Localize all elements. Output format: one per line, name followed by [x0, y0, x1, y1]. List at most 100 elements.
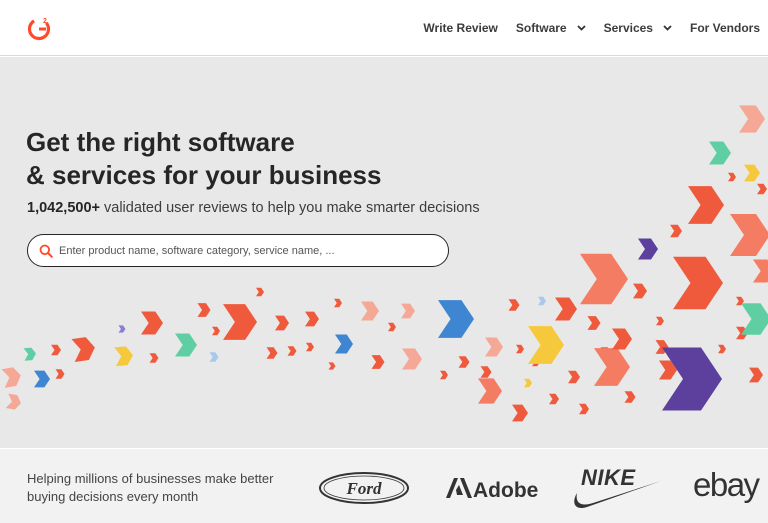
decorative-arrow — [440, 370, 448, 380]
decorative-arrow — [528, 326, 564, 364]
decorative-arrow — [656, 316, 664, 326]
decorative-arrow — [516, 344, 524, 354]
hero-subline: 1,042,500+ validated user reviews to hel… — [27, 200, 480, 216]
headline-line-1: Get the right software — [26, 127, 295, 157]
decorative-arrow — [730, 214, 768, 256]
decorative-arrow — [538, 296, 546, 306]
decorative-arrow — [662, 347, 722, 411]
nav-write-review[interactable]: Write Review — [423, 21, 497, 35]
chevron-down-icon — [663, 25, 672, 31]
nav-services-label: Services — [603, 21, 653, 35]
headline-line-2: & services for your business — [26, 160, 382, 190]
nav-write-review-label: Write Review — [423, 21, 498, 35]
decorative-arrow — [34, 370, 50, 388]
decorative-arrow — [480, 366, 492, 378]
decorative-arrow — [23, 347, 36, 361]
reviews-text: validated user reviews to help you make … — [99, 200, 480, 216]
nav-for-vendors-label: For Vendors — [689, 21, 760, 35]
adobe-logo: Adobe — [446, 478, 538, 501]
decorative-arrow — [728, 172, 736, 182]
decorative-arrow — [524, 378, 532, 388]
decorative-arrow — [361, 301, 379, 321]
decorative-arrow — [175, 333, 197, 357]
decorative-arrow — [328, 362, 336, 370]
svg-text:2: 2 — [43, 18, 47, 25]
ebay-logo-text: ebay — [693, 467, 761, 503]
decorative-arrow — [670, 224, 682, 238]
decorative-arrow — [568, 370, 580, 384]
nav-software-label: Software — [515, 21, 567, 35]
decorative-arrow — [485, 337, 503, 357]
decorative-arrow — [438, 300, 474, 338]
decorative-arrow — [287, 346, 297, 356]
decorative-arrow — [458, 356, 470, 368]
reviews-count: 1,042,500+ — [27, 200, 100, 216]
decorative-arrow — [402, 348, 422, 370]
nav-software[interactable]: Software — [516, 21, 586, 35]
decorative-arrow — [624, 391, 636, 403]
decorative-arrow — [594, 348, 630, 386]
adobe-logo-text: Adobe — [473, 479, 538, 501]
nike-logo-text: NIKE — [581, 465, 636, 490]
g2-logo[interactable]: 2 — [27, 16, 53, 42]
decorative-arrow — [5, 393, 21, 410]
decorative-arrow — [673, 256, 723, 310]
decorative-arrow — [587, 316, 601, 330]
decorative-arrow — [709, 141, 731, 165]
search-icon — [39, 244, 53, 258]
decorative-arrow — [223, 304, 257, 340]
decorative-arrow — [388, 322, 396, 332]
decorative-arrow — [149, 353, 159, 363]
decorative-arrow — [306, 342, 314, 352]
ford-logo-text: Ford — [346, 479, 382, 498]
search-bar[interactable] — [27, 234, 449, 267]
decorative-arrow — [118, 325, 126, 333]
decorative-arrow — [55, 369, 65, 379]
decorative-arrow — [555, 297, 577, 321]
ebay-logo: ebay — [693, 467, 762, 503]
nav-services[interactable]: Services — [604, 21, 672, 35]
decorative-arrow — [51, 344, 61, 356]
search-input[interactable] — [59, 244, 439, 257]
decorative-arrow — [114, 346, 133, 367]
brands-band: Helping millions of businesses make bett… — [0, 449, 768, 523]
decorative-arrow — [1, 367, 21, 388]
decorative-arrow — [335, 334, 353, 354]
decorative-arrow — [753, 259, 768, 283]
decorative-arrow — [749, 367, 763, 383]
decorative-arrow — [401, 303, 415, 319]
decorative-arrow — [638, 238, 658, 260]
top-header: 2 Write Review Software Services For Ven… — [0, 0, 768, 56]
decorative-arrow — [633, 283, 647, 299]
decorative-arrow — [197, 303, 211, 317]
decorative-arrow — [741, 303, 768, 335]
nav-for-vendors[interactable]: For Vendors — [690, 21, 760, 35]
chevron-down-icon — [576, 25, 586, 31]
decorative-arrow — [549, 393, 559, 405]
decorative-arrow — [275, 315, 289, 331]
band-text: Helping millions of businesses make bett… — [27, 471, 274, 504]
hero-section: Get the right software & services for yo… — [0, 57, 768, 448]
hero-headline: Get the right software & services for yo… — [26, 126, 446, 192]
decorative-arrow — [256, 287, 264, 297]
decorative-arrow — [744, 164, 760, 182]
decorative-arrow — [212, 326, 220, 336]
decorative-arrow — [612, 328, 632, 350]
decorative-arrow — [739, 105, 765, 133]
decorative-arrow — [266, 347, 278, 359]
decorative-arrow — [141, 311, 163, 335]
decorative-arrow — [688, 186, 724, 224]
decorative-arrow — [371, 355, 385, 369]
decorative-arrow — [580, 253, 628, 305]
decorative-arrow — [512, 404, 528, 422]
nike-logo: NIKE — [574, 465, 661, 509]
decorative-arrow — [71, 337, 95, 362]
decorative-arrow — [334, 298, 342, 308]
decorative-arrow — [579, 403, 589, 415]
decorative-arrow — [757, 183, 767, 195]
ford-logo: Ford — [319, 472, 409, 504]
decorative-arrow — [508, 299, 520, 311]
main-nav: Write Review Software Services For Vendo… — [423, 0, 768, 56]
decorative-arrow — [305, 311, 319, 327]
decorative-arrow — [478, 378, 502, 404]
